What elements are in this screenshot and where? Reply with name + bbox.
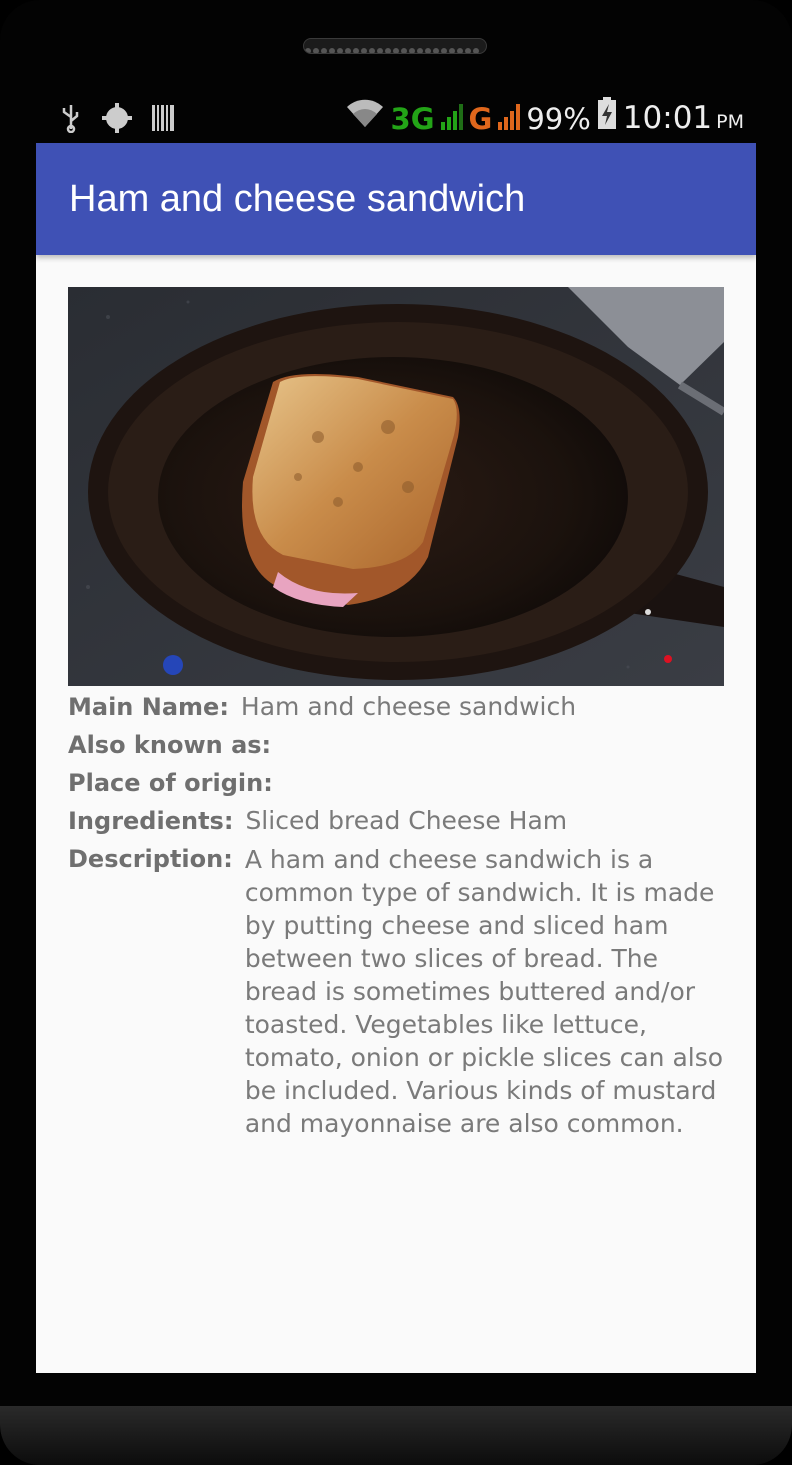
aka-label: Also known as: xyxy=(68,731,272,759)
network-3g-label: 3G xyxy=(390,102,435,136)
description-row: Description: A ham and cheese sandwich i… xyxy=(68,843,728,1140)
app-bar: Ham and cheese sandwich xyxy=(36,143,756,255)
aka-row: Also known as: xyxy=(68,729,728,761)
phone-frame: 3G G 99% 10:01 PM Ham and cheese sandwich xyxy=(0,0,792,1465)
origin-row: Place of origin: xyxy=(68,767,728,799)
sandwich-photo xyxy=(68,287,724,686)
wifi-icon xyxy=(345,97,385,136)
ingredients-value: Sliced bread Cheese Ham xyxy=(245,806,568,835)
description-value: A ham and cheese sandwich is a common ty… xyxy=(244,845,724,1138)
earpiece-speaker xyxy=(303,38,487,54)
settings-gear-icon xyxy=(102,103,132,137)
main-name-row: Main Name: Ham and cheese sandwich xyxy=(68,691,728,723)
phone-bottom-bezel xyxy=(0,1406,792,1465)
signal-3g-icon xyxy=(440,104,463,130)
network-g-label: G xyxy=(468,102,493,136)
clock-ampm: PM xyxy=(716,111,744,133)
description-label: Description: xyxy=(68,845,233,873)
food-details: Main Name: Ham and cheese sandwich Also … xyxy=(68,691,728,1146)
signal-g-icon xyxy=(498,104,521,130)
ingredients-row: Ingredients: Sliced bread Cheese Ham xyxy=(68,805,728,837)
usb-icon xyxy=(60,103,82,137)
status-bar: 3G G 99% 10:01 PM xyxy=(36,95,756,143)
barcode-icon xyxy=(152,105,174,135)
ingredients-label: Ingredients: xyxy=(68,807,234,835)
main-name-label: Main Name: xyxy=(68,693,229,721)
clock: 10:01 PM xyxy=(623,100,744,136)
app-bar-title: Ham and cheese sandwich xyxy=(69,178,526,220)
clock-time: 10:01 xyxy=(622,100,713,136)
battery-percent: 99% xyxy=(526,102,591,136)
main-name-value: Ham and cheese sandwich xyxy=(240,692,577,721)
app-screen: Ham and cheese sandwich Main Name: Ham a… xyxy=(36,143,756,1373)
origin-label: Place of origin: xyxy=(68,769,273,797)
battery-charging-icon xyxy=(597,97,617,136)
